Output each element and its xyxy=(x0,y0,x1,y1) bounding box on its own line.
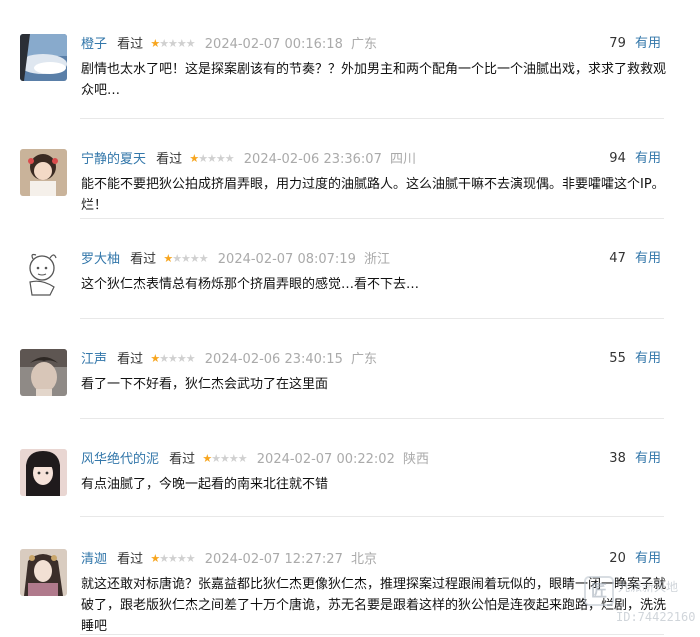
star-empty-icon: ★★★★ xyxy=(159,552,195,565)
useful-button[interactable]: 有用 xyxy=(635,451,661,466)
review-time: 2024-02-06 23:40:15 xyxy=(204,352,343,367)
star-empty-icon: ★★★★ xyxy=(159,352,195,365)
star-empty-icon: ★★★★ xyxy=(172,252,208,265)
avatar[interactable] xyxy=(20,249,67,296)
rating-stars: ★★★★★ xyxy=(150,349,195,369)
review-meta: 风华绝代的泥 看过 ★★★★★ 2024-02-07 00:22:02 陕西 xyxy=(81,449,429,469)
username-link[interactable]: 宁静的夏天 xyxy=(81,152,146,167)
avatar[interactable] xyxy=(20,34,67,81)
vote-count: 20 xyxy=(609,551,626,566)
vote-count: 47 xyxy=(609,251,626,266)
divider xyxy=(80,634,664,635)
vote-count: 38 xyxy=(609,451,626,466)
review-content: 剧情也太水了吧！这是探案剧该有的节奏？？外加男主和两个配角一个比一个油腻出戏，求… xyxy=(81,62,667,98)
review-meta: 江声 看过 ★★★★★ 2024-02-06 23:40:15 广东 xyxy=(81,349,377,369)
username-link[interactable]: 罗大柚 xyxy=(81,252,120,267)
watched-label: 看过 xyxy=(156,152,183,167)
review-location: 广东 xyxy=(351,37,378,52)
vote-box: 79 有用 xyxy=(609,34,661,54)
review-location: 北京 xyxy=(351,552,378,567)
rating-stars: ★★★★★ xyxy=(150,34,195,54)
avatar[interactable] xyxy=(20,449,67,496)
useful-button[interactable]: 有用 xyxy=(635,551,661,566)
review-meta: 罗大柚 看过 ★★★★★ 2024-02-07 08:07:19 浙江 xyxy=(81,249,390,269)
review-time: 2024-02-07 00:22:02 xyxy=(256,452,395,467)
avatar[interactable] xyxy=(20,549,67,596)
vote-count: 94 xyxy=(609,151,626,166)
useful-button[interactable]: 有用 xyxy=(635,351,661,366)
review-content: 看了一下不好看，狄仁杰会武功了在这里面 xyxy=(81,377,329,392)
review-location: 浙江 xyxy=(364,252,391,267)
rating-stars: ★★★★★ xyxy=(163,249,208,269)
useful-button[interactable]: 有用 xyxy=(635,36,661,51)
star-empty-icon: ★★★★ xyxy=(211,452,247,465)
star-filled-icon: ★ xyxy=(150,552,160,565)
review-content: 这个狄仁杰表情总有杨烁那个挤眉弄眼的感觉…看不下去… xyxy=(81,277,420,292)
divider xyxy=(80,516,664,517)
vote-box: 38 有用 xyxy=(609,449,661,469)
review-time: 2024-02-07 00:16:18 xyxy=(204,37,343,52)
review-content: 有点油腻了，今晚一起看的南来北往就不错 xyxy=(81,477,329,492)
star-filled-icon: ★ xyxy=(202,452,212,465)
divider xyxy=(80,418,664,419)
useful-button[interactable]: 有用 xyxy=(635,151,661,166)
watched-label: 看过 xyxy=(130,252,157,267)
vote-box: 94 有用 xyxy=(609,149,661,169)
vote-box: 47 有用 xyxy=(609,249,661,269)
star-filled-icon: ★ xyxy=(150,352,160,365)
review-meta: 清迦 看过 ★★★★★ 2024-02-07 12:27:27 北京 xyxy=(81,549,377,569)
review-meta: 宁静的夏天 看过 ★★★★★ 2024-02-06 23:36:07 四川 xyxy=(81,149,416,169)
review-meta: 橙子 看过 ★★★★★ 2024-02-07 00:16:18 广东 xyxy=(81,34,377,54)
avatar[interactable] xyxy=(20,349,67,396)
review-location: 陕西 xyxy=(403,452,430,467)
star-filled-icon: ★ xyxy=(150,37,160,50)
divider xyxy=(80,218,664,219)
review-location: 广东 xyxy=(351,352,378,367)
rating-stars: ★★★★★ xyxy=(202,449,247,469)
vote-count: 55 xyxy=(609,351,626,366)
watched-label: 看过 xyxy=(117,352,144,367)
username-link[interactable]: 橙子 xyxy=(81,37,107,52)
rating-stars: ★★★★★ xyxy=(150,549,195,569)
review-list: 橙子 看过 ★★★★★ 2024-02-07 00:16:18 广东 79 有用… xyxy=(0,0,700,637)
username-link[interactable]: 风华绝代的泥 xyxy=(81,452,159,467)
review-location: 四川 xyxy=(390,152,417,167)
watched-label: 看过 xyxy=(117,37,144,52)
vote-box: 20 有用 xyxy=(609,549,661,569)
watched-label: 看过 xyxy=(169,452,196,467)
watermark: 匠 九派新天地 ID:74422160 xyxy=(584,572,696,632)
username-link[interactable]: 江声 xyxy=(81,352,107,367)
divider xyxy=(80,118,664,119)
review-content: 能不能不要把狄公拍成挤眉弄眼，用力过度的油腻路人。这么油腻干嘛不去演现偶。非要嚯… xyxy=(81,177,665,213)
vote-count: 79 xyxy=(609,36,626,51)
watermark-id: ID:74422160 xyxy=(616,610,696,624)
divider xyxy=(80,318,664,319)
star-empty-icon: ★★★★ xyxy=(198,152,234,165)
rating-stars: ★★★★★ xyxy=(189,149,234,169)
watermark-logo-icon: 匠 xyxy=(584,576,614,606)
review-time: 2024-02-07 12:27:27 xyxy=(204,552,343,567)
avatar[interactable] xyxy=(20,149,67,196)
star-filled-icon: ★ xyxy=(163,252,173,265)
star-filled-icon: ★ xyxy=(189,152,199,165)
star-empty-icon: ★★★★ xyxy=(159,37,195,50)
review-time: 2024-02-07 08:07:19 xyxy=(217,252,356,267)
username-link[interactable]: 清迦 xyxy=(81,552,107,567)
watched-label: 看过 xyxy=(117,552,144,567)
watermark-name: 九派新天地 xyxy=(618,580,679,594)
vote-box: 55 有用 xyxy=(609,349,661,369)
review-time: 2024-02-06 23:36:07 xyxy=(243,152,382,167)
useful-button[interactable]: 有用 xyxy=(635,251,661,266)
review-content: 就这还敢对标唐诡？张嘉益都比狄仁杰更像狄仁杰，推理探案过程跟闹着玩似的，眼睛一闭… xyxy=(81,577,667,634)
